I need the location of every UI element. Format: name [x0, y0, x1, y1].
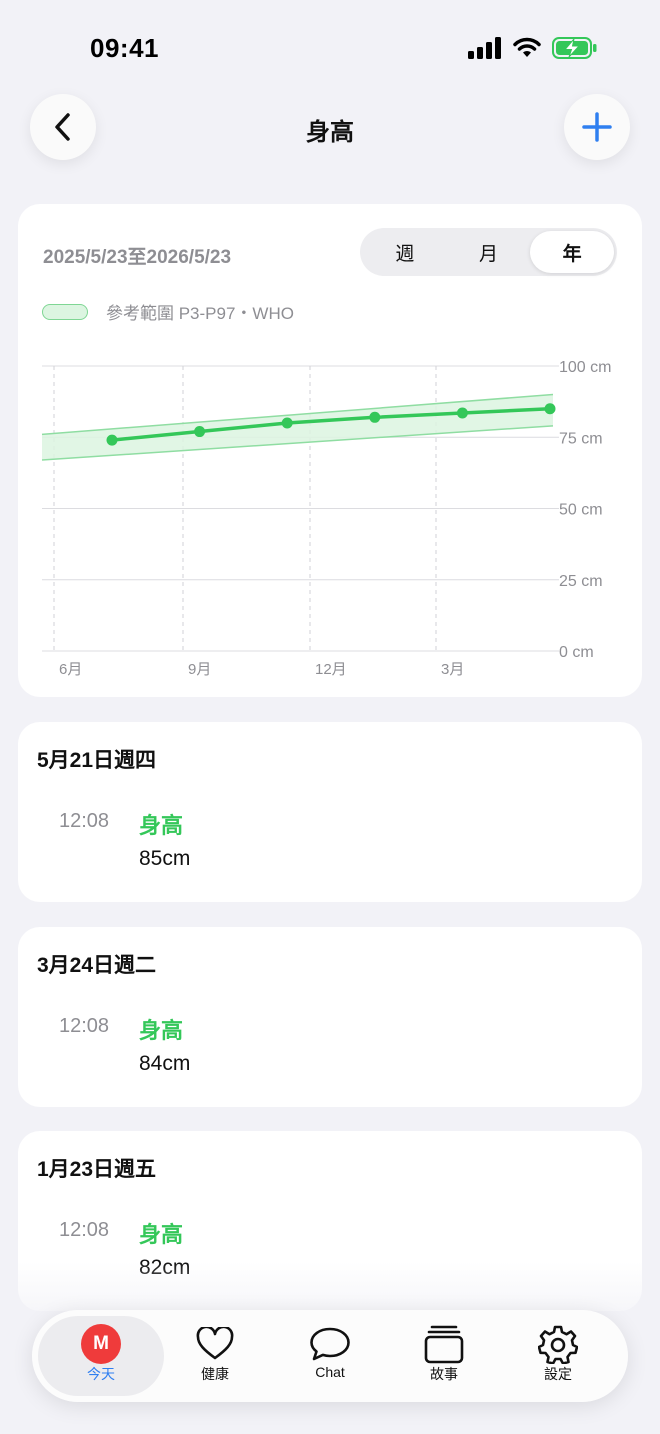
entry-time: 12:08	[59, 810, 110, 832]
x-tick-label: 3月	[441, 661, 464, 678]
stack-icon	[424, 1325, 464, 1364]
y-tick-label: 75 cm	[559, 430, 603, 447]
segment-month[interactable]: 月	[447, 231, 531, 273]
reference-range-band	[42, 394, 553, 461]
data-point	[194, 426, 206, 438]
data-point	[281, 417, 293, 429]
gear-icon	[538, 1325, 578, 1364]
legend-label: 參考範圍 P3-P97・WHO	[106, 304, 294, 323]
tab-today[interactable]: M 今天	[38, 1316, 164, 1396]
cellular-signal-icon	[468, 37, 501, 59]
reference-range-swatch	[42, 303, 88, 320]
avatar: M	[81, 1324, 121, 1364]
entry-type: 身高	[139, 813, 184, 838]
battery-charging-icon	[552, 37, 597, 59]
tab-health[interactable]: 健康	[157, 1310, 273, 1402]
status-time: 09:41	[90, 33, 159, 63]
y-tick-label: 25 cm	[559, 573, 603, 590]
page-title: 身高	[306, 119, 354, 146]
x-tick-label: 6月	[59, 661, 82, 678]
period-segmented-control: 週 月 年	[360, 228, 617, 276]
segment-year[interactable]: 年	[530, 231, 615, 273]
chart-card: 2025/5/23至2026/5/23 週 月 年 參考範圍 P3-P97・WH…	[18, 204, 642, 697]
wifi-icon	[513, 37, 541, 57]
entry-card[interactable]: 5月21日週四 12:08 身高 85cm	[18, 722, 642, 902]
entry-date: 3月24日週二	[37, 954, 157, 977]
tab-label: 設定	[544, 1366, 572, 1382]
height-chart: 100 cm 75 cm 50 cm 25 cm 0 cm 6月 9月 12月 3月	[41, 359, 611, 678]
plus-icon	[582, 112, 612, 142]
entry-date: 5月21日週四	[37, 749, 157, 772]
tab-label: 今天	[87, 1366, 115, 1382]
entry-value: 84cm	[139, 1052, 191, 1075]
entry-card[interactable]: 3月24日週二 12:08 身高 84cm	[18, 927, 642, 1107]
entry-value: 85cm	[139, 847, 191, 870]
status-icons	[468, 36, 598, 60]
tab-label: 健康	[201, 1366, 229, 1382]
tab-chat[interactable]: Chat	[272, 1310, 388, 1402]
data-point	[456, 407, 468, 419]
y-tick-label: 50 cm	[559, 502, 603, 519]
tab-label: Chat	[315, 1364, 345, 1380]
tab-bar: M 今天 健康 Chat 故事 設定	[32, 1310, 628, 1402]
avatar-letter: M	[81, 1324, 121, 1364]
entry-time: 12:08	[59, 1219, 110, 1241]
entry-time: 12:08	[59, 1015, 110, 1037]
data-point	[369, 411, 381, 423]
entry-date: 1月23日週五	[37, 1158, 157, 1181]
add-button[interactable]	[564, 94, 630, 160]
x-tick-label: 12月	[315, 661, 347, 678]
segment-week[interactable]: 週	[363, 231, 447, 273]
date-range-label: 2025/5/23至2026/5/23	[43, 247, 232, 268]
chart-legend: 參考範圍 P3-P97・WHO	[42, 299, 294, 324]
tab-icon-wrap	[538, 1325, 578, 1364]
tab-icon-wrap	[196, 1326, 234, 1362]
tab-label: 故事	[430, 1366, 458, 1382]
y-tick-label: 100 cm	[559, 359, 611, 376]
chat-bubble-icon	[310, 1327, 350, 1361]
data-point	[106, 434, 118, 446]
tab-icon-wrap	[424, 1325, 464, 1364]
entry-type: 身高	[139, 1222, 184, 1247]
tab-icon-wrap	[309, 1326, 351, 1362]
y-tick-label: 0 cm	[559, 644, 594, 661]
status-bar: 09:41	[0, 0, 660, 90]
data-point	[544, 403, 556, 415]
entry-type: 身高	[139, 1018, 184, 1043]
tab-settings[interactable]: 設定	[500, 1310, 616, 1402]
x-tick-label: 9月	[188, 661, 211, 678]
heart-icon	[196, 1327, 234, 1360]
tab-stories[interactable]: 故事	[386, 1310, 502, 1402]
